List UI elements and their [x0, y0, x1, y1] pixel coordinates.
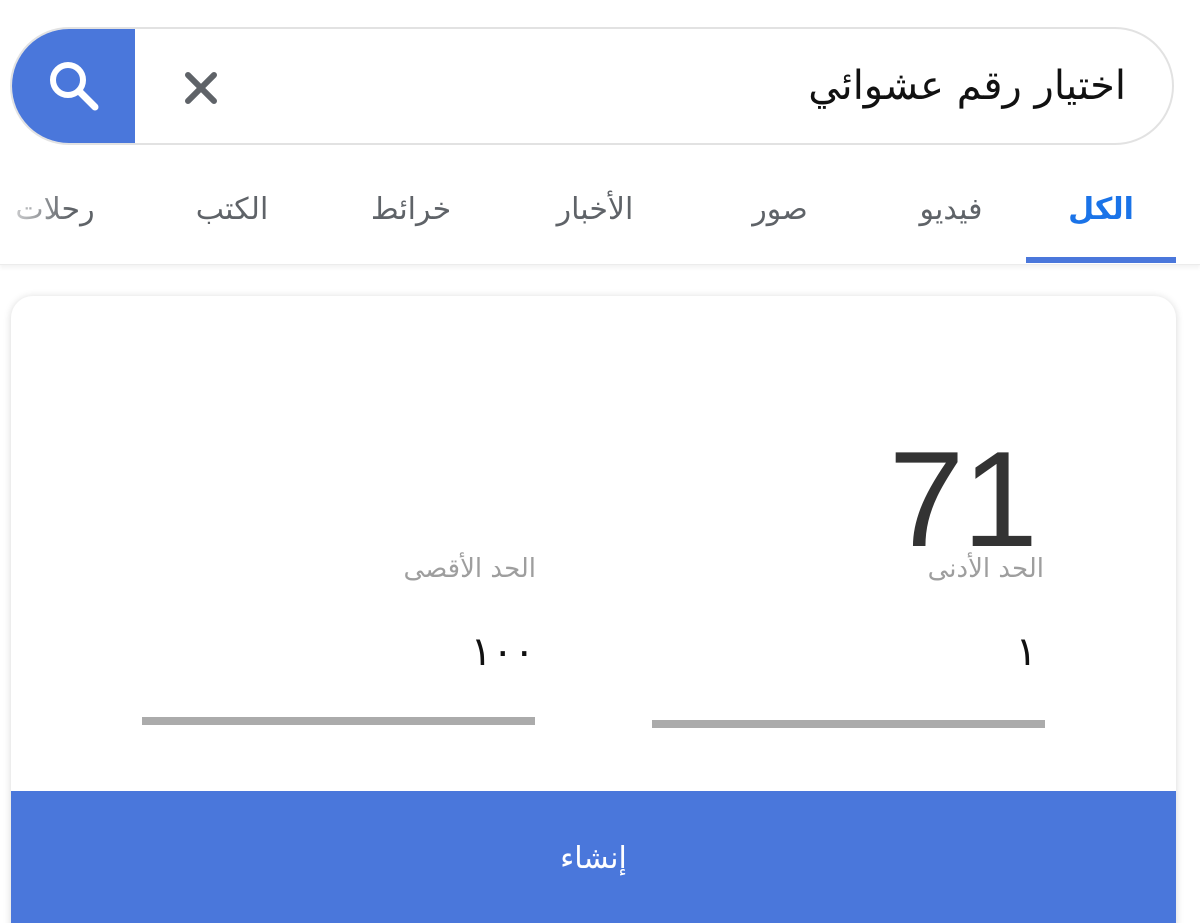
generate-button[interactable]: إنشاء	[11, 791, 1176, 923]
search-icon	[49, 62, 98, 111]
tab-videos[interactable]: فيديو	[876, 172, 1026, 264]
search-bar	[10, 27, 1174, 145]
search-input[interactable]	[252, 29, 1126, 143]
random-number-generator-card: 71 الحد الأدنى الحد الأقصى إنشاء	[11, 296, 1176, 923]
tab-maps[interactable]: خرائط	[336, 172, 486, 264]
max-input-underline	[142, 717, 535, 725]
clear-search-button[interactable]	[172, 59, 230, 117]
tab-news[interactable]: الأخبار	[515, 172, 675, 264]
min-label: الحد الأدنى	[927, 554, 1044, 584]
tab-books[interactable]: الكتب	[157, 172, 307, 264]
tab-images[interactable]: صور	[705, 172, 855, 264]
max-label: الحد الأقصى	[403, 554, 536, 584]
search-results-page: الكل فيديو صور الأخبار خرائط الكتب رحلات…	[0, 0, 1200, 923]
min-input-underline	[652, 720, 1045, 728]
close-icon	[185, 72, 217, 104]
search-button[interactable]	[12, 29, 135, 143]
search-tabs: الكل فيديو صور الأخبار خرائط الكتب رحلات	[0, 172, 1200, 265]
active-tab-indicator	[1026, 257, 1176, 263]
generated-number: 71	[888, 423, 1038, 575]
max-input[interactable]	[142, 621, 535, 683]
min-input[interactable]	[652, 621, 1047, 683]
tab-all[interactable]: الكل	[1026, 172, 1176, 264]
tab-flights[interactable]: رحلات	[0, 172, 120, 264]
